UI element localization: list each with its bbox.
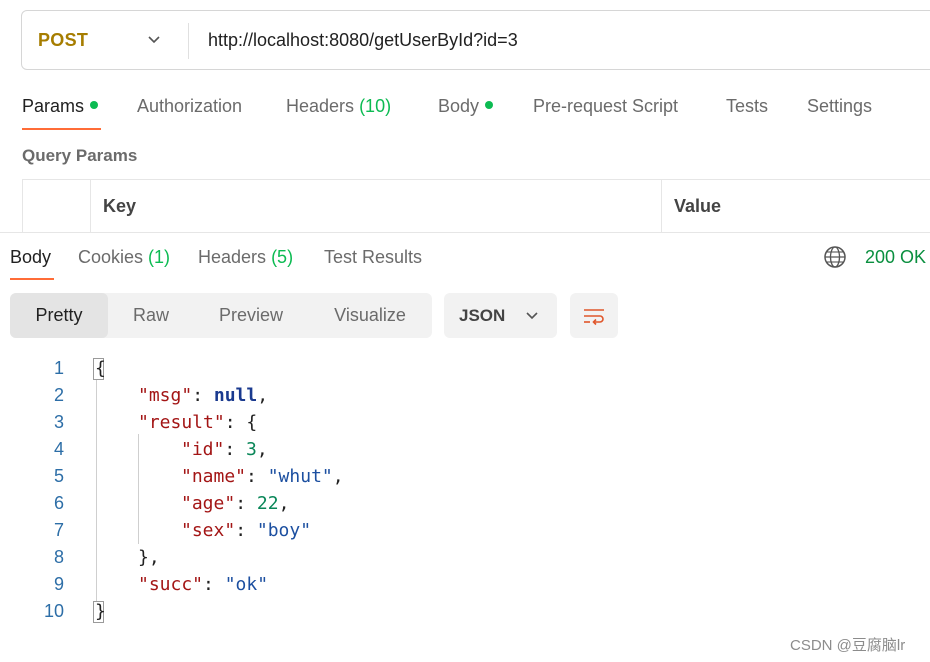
line-number: 1: [53, 358, 64, 378]
tab-label: Authorization: [137, 96, 243, 116]
view-preview-button[interactable]: Preview: [194, 293, 308, 338]
line-number: 6: [53, 493, 64, 513]
active-response-tab-indicator: [10, 278, 54, 280]
view-raw-button[interactable]: Raw: [108, 293, 194, 338]
view-mode-switcher: Pretty Raw Preview Visualize: [10, 293, 432, 338]
method-select[interactable]: POST: [38, 30, 88, 51]
tab-label: Params: [22, 96, 85, 116]
line-number: 10: [43, 601, 64, 621]
chevron-down-icon: [526, 312, 538, 320]
view-visualize-button[interactable]: Visualize: [308, 293, 432, 338]
url-divider: [188, 23, 189, 59]
json-value: 22: [256, 493, 279, 514]
json-value: "boy": [256, 520, 312, 541]
view-pretty-button[interactable]: Pretty: [10, 293, 108, 338]
json-key: "msg": [138, 385, 193, 406]
json-value: 3: [246, 439, 257, 460]
response-tab-headers[interactable]: Headers (5): [198, 247, 293, 268]
line-number: 4: [53, 439, 64, 459]
code-line: }: [95, 601, 106, 622]
format-select[interactable]: JSON: [444, 293, 557, 338]
tab-pre-request-script[interactable]: Pre-request Script: [533, 96, 678, 117]
json-value: null: [213, 385, 258, 406]
tab-label: Pre-request Script: [533, 96, 679, 116]
json-key: "id": [181, 439, 225, 460]
tab-label: Headers: [198, 247, 267, 267]
key-column-header: Key: [90, 180, 661, 232]
line-number: 2: [53, 385, 64, 405]
query-params-title: Query Params: [22, 146, 138, 165]
code-line: {: [95, 358, 106, 379]
tab-settings[interactable]: Settings: [807, 96, 872, 117]
globe-icon[interactable]: [823, 245, 847, 269]
tab-label: Settings: [807, 96, 873, 116]
wrap-lines-icon: [584, 309, 604, 326]
tab-body[interactable]: Body: [438, 96, 494, 117]
wrap-lines-button[interactable]: [570, 293, 618, 338]
line-number: 3: [53, 412, 64, 432]
tab-params[interactable]: Params: [22, 96, 99, 117]
tab-count: (10): [359, 96, 392, 116]
value-header-label: Value: [674, 196, 722, 216]
code-line: "name": "whut",: [181, 466, 344, 487]
json-key: "name": [181, 466, 247, 487]
code-line: "sex": "boy": [181, 520, 312, 541]
tab-authorization[interactable]: Authorization: [137, 96, 242, 117]
format-label: JSON: [459, 306, 506, 325]
key-header-label: Key: [103, 196, 137, 216]
tab-label: Cookies: [78, 247, 144, 267]
code-line: "age": 22,: [181, 493, 290, 514]
tab-count: (1): [148, 247, 171, 267]
tab-label: Body: [10, 247, 52, 267]
value-column-header: Value: [661, 180, 930, 232]
row-checkbox-cell[interactable]: [22, 180, 90, 232]
code-line: "id": 3,: [181, 439, 268, 460]
code-line: },: [138, 547, 160, 568]
response-tab-body[interactable]: Body: [10, 247, 51, 268]
line-number: 8: [53, 547, 64, 567]
line-number: 9: [53, 574, 64, 594]
json-key: "age": [181, 493, 236, 514]
line-number: 5: [53, 466, 64, 486]
code-line: "succ": "ok": [138, 574, 269, 595]
url-input[interactable]: http://localhost:8080/getUserById?id=3: [208, 30, 518, 51]
code-line: "result": {: [138, 412, 258, 433]
status-code[interactable]: 200 OK: [865, 247, 926, 268]
pane-divider[interactable]: [0, 232, 930, 233]
chevron-down-icon[interactable]: [146, 31, 162, 47]
status-dot: [90, 101, 99, 110]
tab-label: Headers: [286, 96, 355, 116]
response-tab-cookies[interactable]: Cookies (1): [78, 247, 170, 268]
tab-count: (5): [271, 247, 294, 267]
json-key: "sex": [181, 520, 236, 541]
line-number: 7: [53, 520, 64, 540]
code-line: "msg": null,: [138, 385, 269, 406]
indent-guide: [96, 380, 97, 602]
active-tab-indicator: [22, 128, 101, 130]
tab-label: Body: [438, 96, 480, 116]
status-dot: [485, 101, 494, 110]
response-tab-test-results[interactable]: Test Results: [324, 247, 422, 268]
indent-guide: [138, 434, 139, 544]
url-bar: POST http://localhost:8080/getUserById?i…: [21, 10, 930, 70]
tab-headers[interactable]: Headers (10): [286, 96, 391, 117]
json-key: "succ": [138, 574, 204, 595]
json-key: "result": [138, 412, 225, 433]
tab-label: Tests: [726, 96, 769, 116]
tab-label: Test Results: [324, 247, 423, 267]
json-value: "whut": [267, 466, 333, 487]
json-value: "ok": [224, 574, 269, 595]
query-params-table: Key Value: [22, 179, 930, 232]
tab-tests[interactable]: Tests: [726, 96, 768, 117]
watermark: CSDN @豆腐脑lr: [790, 637, 906, 654]
